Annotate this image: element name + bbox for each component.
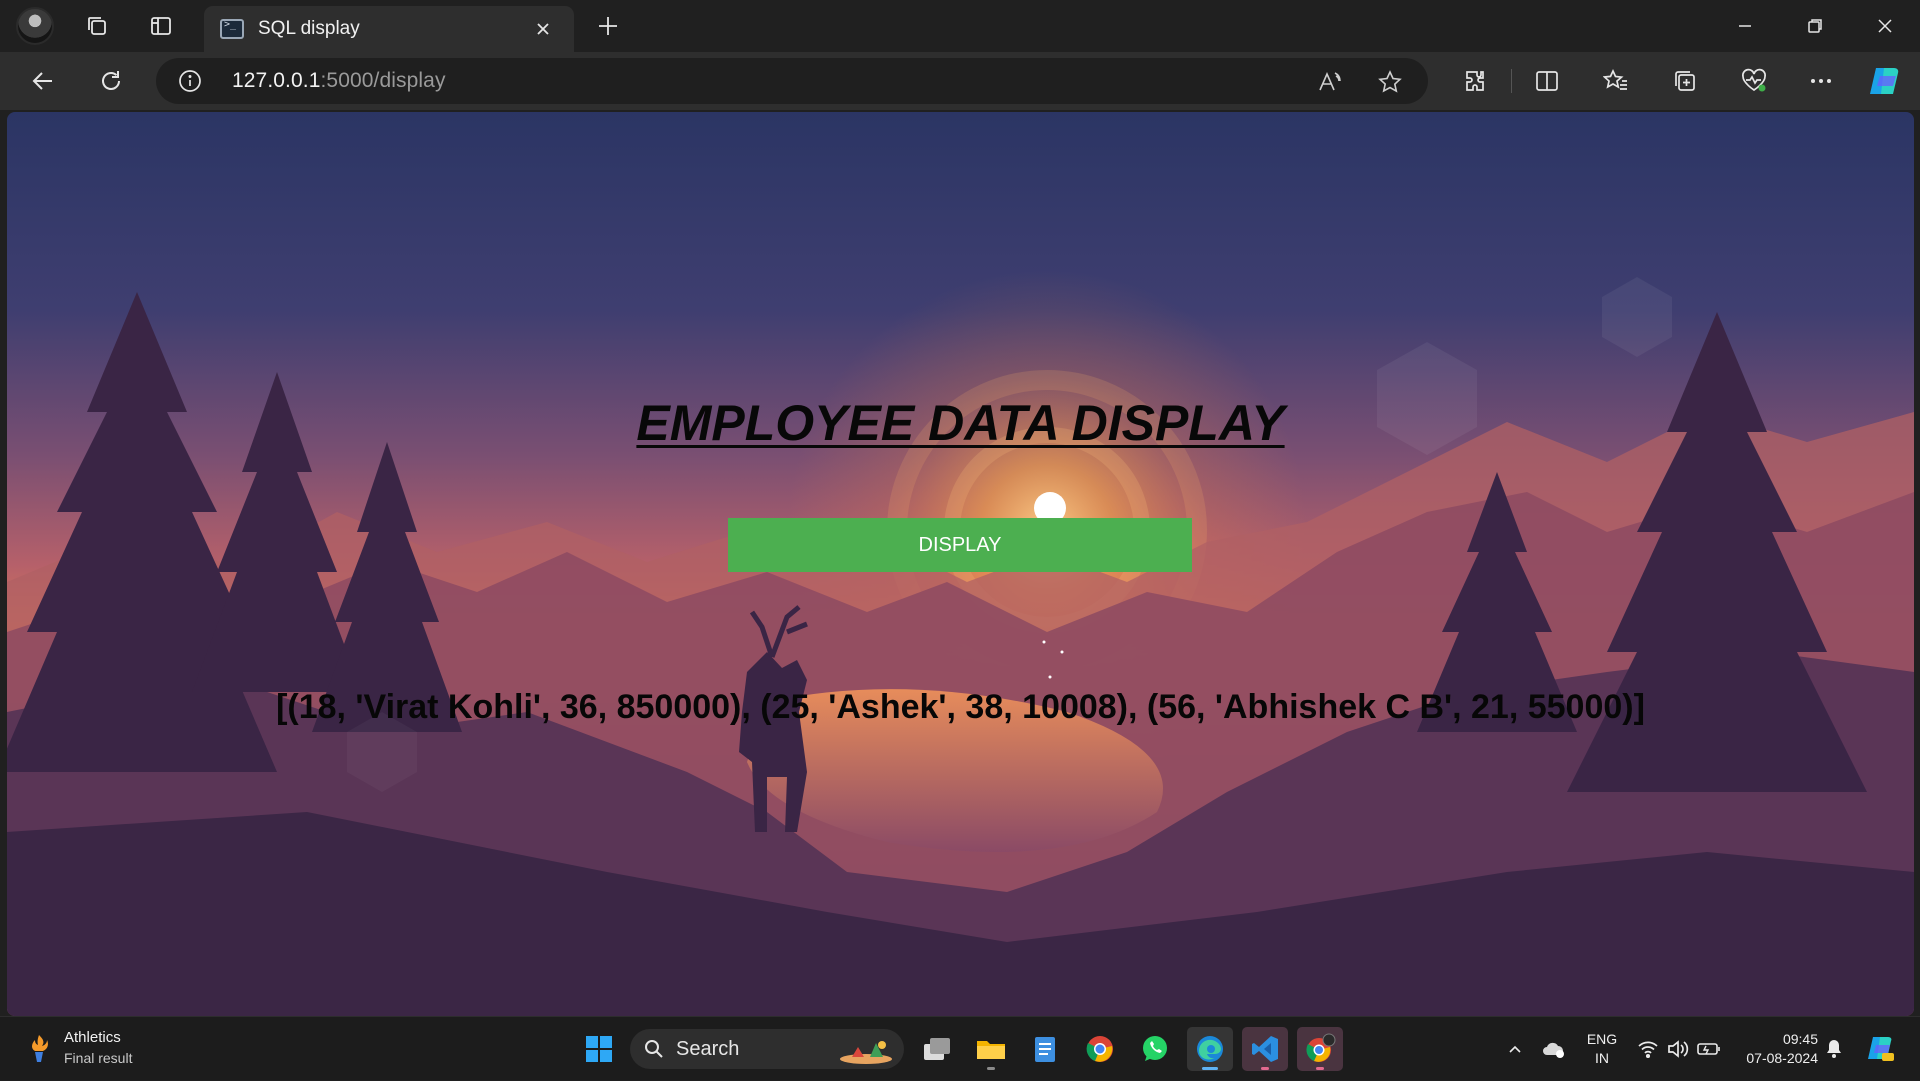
split-screen-icon[interactable] — [1524, 59, 1570, 103]
site-info-icon[interactable] — [178, 69, 202, 93]
close-tab-icon[interactable] — [530, 16, 556, 42]
notepad-button[interactable] — [1022, 1027, 1068, 1071]
search-icon — [645, 1040, 663, 1058]
collections-icon[interactable] — [1662, 59, 1708, 103]
tab-title: SQL display — [258, 18, 360, 39]
favorite-star-icon[interactable] — [1376, 68, 1404, 96]
running-indicator — [1316, 1067, 1324, 1070]
chrome-profile-button[interactable] — [1297, 1027, 1343, 1071]
whatsapp-icon — [1143, 1036, 1167, 1061]
page-viewport: EMPLOYEE DATA DISPLAY DISPLAY [(18, 'Vir… — [7, 112, 1914, 1016]
back-icon[interactable] — [20, 59, 66, 103]
toolbar-divider — [1511, 69, 1512, 93]
region-code: IN — [1595, 1050, 1609, 1066]
restore-icon[interactable] — [1780, 0, 1850, 52]
extensions-icon[interactable] — [1451, 59, 1497, 103]
search-highlight-icon — [840, 1041, 892, 1064]
start-button[interactable] — [576, 1027, 622, 1071]
read-aloud-icon[interactable] — [1316, 68, 1344, 96]
profile-avatar[interactable] — [10, 0, 60, 52]
running-indicator — [1261, 1067, 1269, 1070]
favorites-icon[interactable] — [1593, 59, 1639, 103]
task-view-icon — [924, 1038, 950, 1060]
vscode-button[interactable] — [1242, 1027, 1288, 1071]
refresh-icon[interactable] — [88, 59, 134, 103]
task-view-button[interactable] — [914, 1027, 960, 1071]
clock-time: 09:45 — [1782, 1031, 1818, 1047]
chrome-profile-icon — [1306, 1033, 1336, 1062]
url-text: 127.0.0.1:5000/display — [232, 69, 446, 92]
notepad-icon — [1035, 1037, 1055, 1062]
query-result-text: [(18, 'Virat Kohli', 36, 850000), (25, '… — [276, 688, 1645, 726]
vscode-icon — [1252, 1036, 1278, 1062]
file-explorer-button[interactable] — [968, 1027, 1014, 1071]
running-indicator — [987, 1067, 995, 1070]
vertical-tabs-icon[interactable] — [136, 0, 186, 52]
widget-title: Athletics — [64, 1029, 121, 1046]
workspaces-icon[interactable] — [72, 0, 122, 52]
close-window-icon[interactable] — [1850, 0, 1920, 52]
display-button[interactable]: DISPLAY — [728, 518, 1192, 572]
avatar — [16, 7, 54, 45]
copilot-icon[interactable] — [1862, 59, 1908, 103]
copilot-taskbar-icon[interactable] — [1862, 1017, 1898, 1081]
whatsapp-button[interactable] — [1132, 1027, 1178, 1071]
battery-icon[interactable] — [1694, 1017, 1724, 1081]
show-hidden-icons[interactable] — [1500, 1017, 1530, 1081]
terminal-icon — [220, 19, 244, 39]
edge-button[interactable] — [1187, 1027, 1233, 1071]
widget-subtitle: Final result — [64, 1050, 133, 1066]
new-tab-icon[interactable] — [586, 6, 630, 46]
tab-sql-display[interactable]: SQL display — [204, 6, 574, 52]
address-bar[interactable]: 127.0.0.1:5000/display — [156, 58, 1428, 104]
search-label: Search — [676, 1037, 740, 1060]
chrome-icon — [1086, 1036, 1113, 1062]
windows-logo-icon — [586, 1036, 612, 1062]
edge-icon — [1197, 1036, 1223, 1062]
widgets-button[interactable]: Athletics Final result — [26, 1028, 132, 1068]
more-menu-icon[interactable] — [1798, 59, 1844, 103]
language-code: ENG — [1586, 1031, 1618, 1047]
minimize-icon[interactable] — [1710, 0, 1780, 52]
onedrive-icon[interactable] — [1538, 1017, 1570, 1081]
folder-icon — [977, 1041, 1005, 1059]
wifi-icon[interactable] — [1634, 1017, 1662, 1081]
chrome-button[interactable] — [1077, 1027, 1123, 1071]
notification-bell-icon[interactable] — [1820, 1017, 1848, 1081]
clock[interactable]: 09:45 07-08-2024 — [1730, 1030, 1818, 1068]
clock-date: 07-08-2024 — [1746, 1050, 1818, 1066]
browser-toolbar: 127.0.0.1:5000/display — [0, 52, 1920, 110]
browser-title-bar: SQL display — [0, 0, 1920, 52]
windows-taskbar: Athletics Final result Search ENG IN 09:… — [0, 1016, 1920, 1080]
torch-icon — [32, 1035, 48, 1062]
browser-essentials-icon[interactable] — [1731, 59, 1777, 103]
volume-icon[interactable] — [1664, 1017, 1692, 1081]
language-indicator[interactable]: ENG IN — [1580, 1030, 1624, 1068]
taskbar-search[interactable]: Search — [630, 1029, 904, 1069]
active-indicator — [1202, 1067, 1218, 1070]
page-title: EMPLOYEE DATA DISPLAY — [636, 395, 1285, 451]
